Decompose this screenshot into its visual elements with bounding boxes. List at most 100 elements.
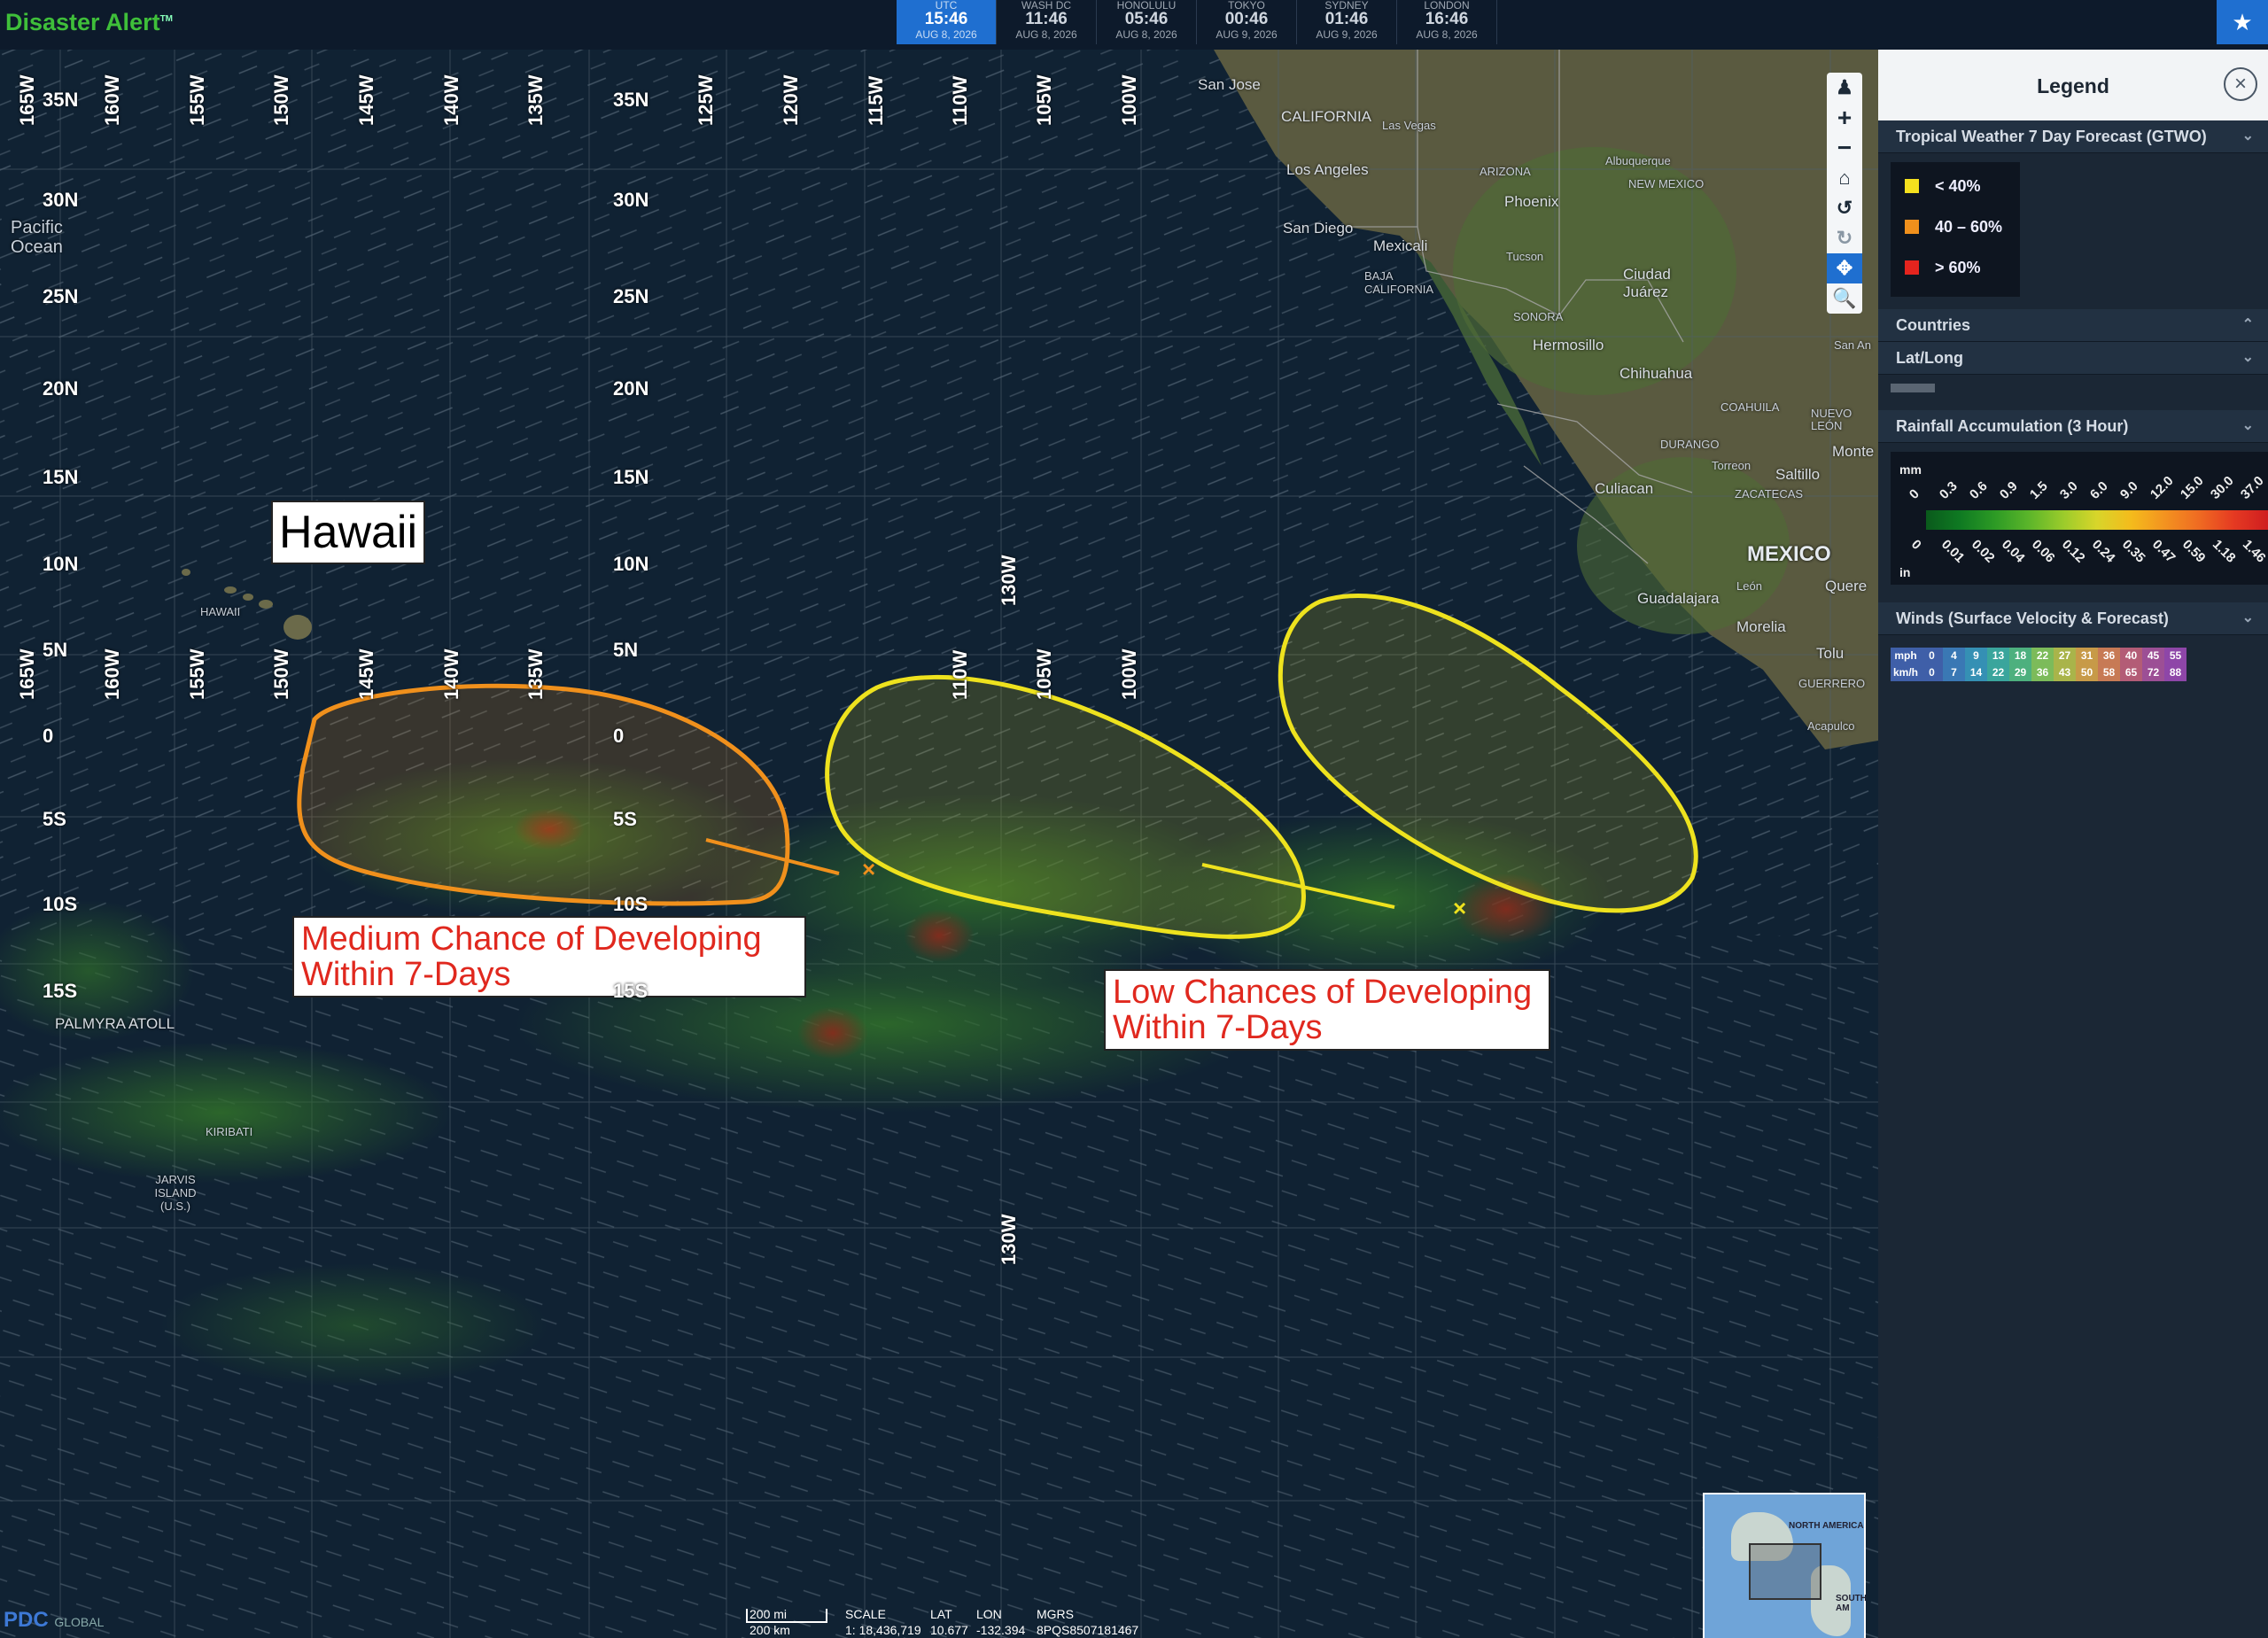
world-clocks: UTC 15:46 AUG 8, 2026 WASH DC 11:46 AUG 8, 20… — [897, 0, 1497, 44]
winds-cell: 43 — [2054, 664, 2076, 681]
lat-label-mid: 5S — [613, 808, 637, 830]
winds-cell: 14 — [1965, 664, 1987, 681]
winds-cell: 27 — [2054, 648, 2076, 664]
winds-cell: 45 — [2142, 648, 2164, 664]
callout-medium-chance: Medium Chance of Developing Within 7-Days — [292, 916, 806, 998]
home-icon[interactable]: ⌂ — [1827, 163, 1862, 193]
zoom-box-icon[interactable]: 🔍 — [1827, 283, 1862, 314]
winds-cell: 36 — [2098, 648, 2120, 664]
lat-label-mid: 0 — [613, 725, 625, 747]
label-hermosillo: Hermosillo — [1533, 337, 1604, 353]
clock-sydney[interactable]: SYDNEY 01:46 AUG 9, 2026 — [1297, 0, 1397, 44]
close-icon[interactable]: × — [2224, 67, 2257, 101]
lon-label-bottom: 105W — [1033, 648, 1055, 700]
lat-label-mid: 25N — [613, 285, 649, 307]
gtwo-legend: < 40% 40 – 60% > 60% — [1891, 162, 2020, 297]
winds-cell: 58 — [2098, 664, 2120, 681]
legend-section-winds[interactable]: Winds (Surface Velocity & Forecast) ⌄ — [1878, 602, 2268, 635]
lon-label-bottom: 135W — [524, 648, 547, 700]
label-pacific-ocean: Pacific Ocean — [11, 218, 63, 257]
rotate-right-icon[interactable]: ↻ — [1827, 223, 1862, 253]
lon-label-top: 150W — [270, 74, 292, 126]
lon-label-top: 155W — [186, 74, 208, 126]
lat-label-left: 30N — [43, 189, 79, 211]
lon-label-top: 105W — [1033, 74, 1055, 126]
label-arizona: ARIZONA — [1480, 165, 1531, 178]
label-baja: BAJA CALIFORNIA — [1364, 269, 1434, 296]
legend-item-label: > 60% — [1935, 258, 1981, 276]
lon-label-top: 145W — [355, 74, 377, 126]
scale-bar: 200 mi 200 km SCALE 1: 18,436,719 LAT 10… — [742, 1605, 1150, 1638]
clock-time: 15:46 — [924, 10, 968, 28]
label-acapulco: Acapulco — [1807, 719, 1855, 733]
map-view[interactable]: × × 130W 130W Pacific Ocean HAWAII PALMY… — [0, 50, 1878, 1638]
label-monterrey: Monte — [1832, 443, 1875, 460]
winds-unit-label: mph — [1891, 648, 1921, 664]
lat-label-mid: 10S — [613, 893, 649, 915]
lat-label-left: 15N — [43, 466, 79, 488]
label-san-diego: San Diego — [1283, 220, 1354, 237]
app-title[interactable]: Disaster AlertTM — [5, 9, 173, 36]
lon-label-bottom: 110W — [949, 649, 971, 700]
minimap-viewport[interactable] — [1749, 1543, 1821, 1600]
rotate-left-icon[interactable]: ↺ — [1827, 193, 1862, 223]
clock-honolulu[interactable]: HONOLULU 05:46 AUG 8, 2026 — [1097, 0, 1197, 44]
lon-label-bottom: 165W — [16, 648, 38, 700]
lon-label-top: 140W — [440, 74, 462, 126]
pdc-logo: PDC GLOBAL — [4, 1608, 105, 1632]
lat-label-left: 5S — [43, 808, 66, 830]
lon-label-bottom: 100W — [1118, 648, 1140, 700]
label-mexico: MEXICO — [1747, 542, 1831, 566]
clock-label: HONOLULU — [1116, 0, 1177, 12]
clock-time: 05:46 — [1124, 10, 1169, 28]
rain-tick-mm: 0 — [1906, 486, 1922, 502]
minimap-label-na: NORTH AMERICA — [1789, 1521, 1864, 1531]
label-morelia: Morelia — [1736, 618, 1786, 635]
lon-label-bottom: 145W — [355, 648, 377, 700]
zoom-in-button[interactable]: + — [1827, 103, 1862, 133]
label-culiacan: Culiacan — [1595, 480, 1654, 497]
label-tucson: Tucson — [1506, 250, 1544, 263]
rainfall-scale: mm in 0 0.3 0.6 0.9 1.5 3.0 6.0 9.0 12.0 15.0 30.0… — [1891, 452, 2268, 585]
overview-minimap[interactable]: NORTH AMERICA SOUTH AM — [1703, 1493, 1867, 1638]
lat-label-left: 15S — [43, 980, 78, 1002]
winds-unit-label: km/h — [1891, 664, 1921, 681]
lat-label-left: 35N — [43, 89, 79, 111]
chevron-up-icon: ⌃ — [2241, 317, 2254, 332]
legend-section-rainfall[interactable]: Rainfall Accumulation (3 Hour) ⌄ — [1878, 410, 2268, 443]
legend-panel: Legend × Tropical Weather 7 Day Forecast… — [1878, 50, 2268, 1638]
lon-label-top: 120W — [780, 74, 802, 126]
rainfall-color-bar — [1926, 510, 2268, 530]
lon-label-top: 125W — [695, 74, 717, 126]
rain-tick-mm: 0.9 — [1996, 478, 2021, 502]
rain-tick-in: 1.46 — [2239, 537, 2268, 566]
winds-cell: 13 — [1987, 648, 2009, 664]
clock-london[interactable]: LONDON 16:46 AUG 8, 2026 — [1397, 0, 1497, 44]
lat-label-left: 20N — [43, 377, 79, 400]
pan-icon[interactable]: ✥ — [1827, 253, 1862, 283]
legend-section-latlong[interactable]: Lat/Long ⌄ — [1878, 342, 2268, 375]
legend-section-gtwo[interactable]: Tropical Weather 7 Day Forecast (GTWO) ⌄ — [1878, 120, 2268, 153]
rain-tick-in: 0.02 — [1968, 537, 1998, 566]
clock-tokyo[interactable]: TOKYO 00:46 AUG 9, 2026 — [1197, 0, 1297, 44]
winds-cell: 50 — [2076, 664, 2098, 681]
clock-date: AUG 8, 2026 — [1416, 28, 1478, 41]
legend-item-label: 40 – 60% — [1935, 217, 2003, 236]
lat-label-left: 25N — [43, 285, 79, 307]
lon-label-top: 160W — [101, 74, 123, 126]
clock-utc[interactable]: UTC 15:46 AUG 8, 2026 — [897, 0, 997, 44]
lon-label-bottom: 155W — [186, 648, 208, 700]
rain-tick-mm: 6.0 — [2086, 478, 2111, 502]
clock-date: AUG 9, 2026 — [1316, 28, 1378, 41]
pin-icon[interactable]: ★ — [2217, 0, 2268, 44]
winds-cell: 4 — [1943, 648, 1965, 664]
label-zacatecas: ZACATECAS — [1735, 487, 1804, 501]
street-view-icon[interactable]: ♟ — [1827, 73, 1862, 103]
zoom-out-button[interactable]: − — [1827, 133, 1862, 163]
legend-section-countries[interactable]: Countries ⌃ — [1878, 309, 2268, 342]
label-torreon: Torreon — [1712, 459, 1751, 472]
winds-cell: 72 — [2142, 664, 2164, 681]
clock-label: UTC — [935, 0, 958, 12]
clock-wash-dc[interactable]: WASH DC 11:46 AUG 8, 2026 — [997, 0, 1097, 44]
lon-label-bottom: 150W — [270, 648, 292, 700]
